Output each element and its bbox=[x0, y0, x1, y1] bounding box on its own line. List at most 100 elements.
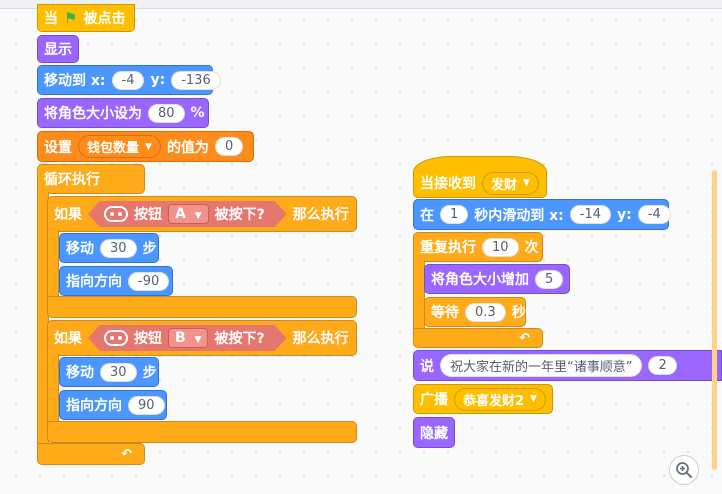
broadcast-dropdown[interactable]: 恭喜发财2 ▼ bbox=[454, 387, 546, 411]
change-size-block[interactable]: 将角色大小增加 5 bbox=[424, 264, 570, 294]
glide-label-to: 秒内滑动到 x: bbox=[474, 207, 564, 224]
say-secs-input[interactable]: 2 bbox=[648, 356, 677, 375]
say-for-secs-block[interactable]: 说 祝大家在新的一年里“诸事顺意” 2 bbox=[413, 350, 722, 381]
if-arm-b bbox=[47, 354, 59, 426]
glide-label-in: 在 bbox=[420, 207, 434, 224]
goto-y-label: y: bbox=[150, 72, 166, 88]
if-header-a[interactable]: 如果 按钮 A ▼ 被按下? 那么执行 bbox=[47, 196, 357, 232]
move-steps-block-a[interactable]: 移动 30 步 bbox=[59, 233, 159, 263]
zoom-in-icon bbox=[676, 462, 692, 478]
variable-dropdown[interactable]: 钱包数量 ▼ bbox=[78, 135, 161, 158]
glide-x-input[interactable]: -14 bbox=[569, 205, 612, 224]
point-direction-block-a[interactable]: 指向方向 -90 bbox=[59, 266, 173, 296]
move-steps-input-a[interactable]: 30 bbox=[100, 238, 137, 258]
point-label-a: 指向方向 bbox=[66, 274, 122, 290]
if-label-b: 如果 bbox=[54, 331, 82, 347]
steps-label-a: 步 bbox=[142, 241, 157, 257]
message-dropdown[interactable]: 发财 ▼ bbox=[482, 171, 539, 195]
zoom-in-button[interactable] bbox=[669, 455, 699, 485]
if-header-b[interactable]: 如果 按钮 B ▼ 被按下? 那么执行 bbox=[47, 320, 357, 356]
if-arm-a bbox=[47, 230, 59, 300]
goto-label: 移动到 x: bbox=[44, 73, 106, 89]
glide-y-input[interactable]: -4 bbox=[637, 205, 671, 224]
key-dropdown-a[interactable]: A ▼ bbox=[168, 204, 209, 224]
caret-down-icon: ▼ bbox=[194, 211, 202, 221]
point-label-b: 指向方向 bbox=[66, 398, 122, 414]
if-label-a: 如果 bbox=[54, 207, 82, 223]
repeat-times-input[interactable]: 10 bbox=[482, 237, 519, 257]
point-direction-input-b[interactable]: 90 bbox=[128, 395, 165, 415]
goto-xy-block[interactable]: 移动到 x: -4 y: -136 bbox=[37, 65, 221, 95]
move-label-b: 移动 bbox=[66, 365, 94, 381]
key-pressed-condition-b[interactable]: 按钮 B ▼ 被按下? bbox=[88, 325, 287, 351]
extension-icon bbox=[104, 330, 128, 346]
caret-down-icon: ▼ bbox=[530, 394, 537, 404]
change-size-label: 将角色大小增加 bbox=[431, 272, 529, 288]
say-label: 说 bbox=[420, 358, 434, 375]
pressed-label-a: 被按下? bbox=[214, 207, 265, 223]
percent-label: % bbox=[190, 105, 205, 121]
caret-down-icon: ▼ bbox=[145, 141, 152, 152]
when-receive-block[interactable]: 当接收到 发财 ▼ bbox=[413, 156, 547, 198]
goto-y-input[interactable]: -136 bbox=[171, 70, 221, 90]
then-label-b: 那么执行 bbox=[292, 331, 349, 347]
set-size-block[interactable]: 将角色大小设为 80 % bbox=[37, 98, 209, 128]
set-size-input[interactable]: 80 bbox=[148, 103, 185, 123]
value-to-label: 的值为 bbox=[166, 139, 209, 156]
say-text-input[interactable]: 祝大家在新的一年里“诸事顺意” bbox=[440, 354, 643, 377]
forever-footer: ↶ bbox=[37, 443, 145, 465]
caret-down-icon: ▼ bbox=[194, 335, 202, 345]
move-label-a: 移动 bbox=[66, 241, 94, 257]
repeat-footer: ↶ bbox=[413, 328, 543, 348]
show-block[interactable]: 显示 bbox=[37, 35, 79, 63]
glide-y-label: y: bbox=[617, 206, 632, 223]
loop-arrow-icon: ↶ bbox=[121, 447, 132, 462]
broadcast-message: 恭喜发财2 bbox=[463, 393, 525, 409]
button-label-a: 按钮 bbox=[134, 207, 162, 223]
clicked-label: 被点击 bbox=[83, 11, 126, 27]
broadcast-label: 广播 bbox=[420, 392, 448, 408]
move-steps-input-b[interactable]: 30 bbox=[100, 362, 137, 382]
goto-x-input[interactable]: -4 bbox=[111, 70, 145, 90]
set-label: 设置 bbox=[44, 139, 72, 156]
set-size-label: 将角色大小设为 bbox=[44, 106, 142, 122]
caret-down-icon: ▼ bbox=[523, 178, 530, 188]
pressed-label-b: 被按下? bbox=[214, 331, 265, 347]
move-steps-block-b[interactable]: 移动 30 步 bbox=[59, 357, 159, 387]
key-dropdown-b[interactable]: B ▼ bbox=[168, 328, 208, 348]
variable-name: 钱包数量 bbox=[87, 141, 140, 156]
key-pressed-condition-a[interactable]: 按钮 A ▼ 被按下? bbox=[88, 201, 287, 227]
glide-block[interactable]: 在 1 秒内滑动到 x: -14 y: -4 bbox=[413, 199, 671, 230]
when-label: 当 bbox=[44, 11, 58, 27]
hide-block[interactable]: 隐藏 bbox=[413, 417, 455, 448]
wait-label: 等待 bbox=[431, 305, 459, 321]
when-flag-clicked-block[interactable]: 当 ⚑ 被点击 bbox=[37, 4, 135, 32]
message-name: 发财 bbox=[491, 177, 518, 193]
seconds-label: 秒 bbox=[511, 305, 526, 321]
loop-arrow-icon: ↶ bbox=[519, 331, 530, 346]
if-footer-b bbox=[47, 421, 357, 443]
key-name-a: A bbox=[175, 206, 186, 222]
set-variable-input[interactable]: 0 bbox=[214, 137, 244, 156]
steps-label-b: 步 bbox=[142, 365, 157, 381]
change-size-input[interactable]: 5 bbox=[535, 269, 564, 289]
forever-header[interactable]: 循环执行 bbox=[37, 164, 145, 194]
extension-icon bbox=[104, 206, 128, 222]
green-flag-icon: ⚑ bbox=[64, 9, 78, 27]
then-label-a: 那么执行 bbox=[292, 207, 349, 223]
glide-secs-input[interactable]: 1 bbox=[440, 205, 469, 224]
point-direction-block-b[interactable]: 指向方向 90 bbox=[59, 390, 167, 420]
key-name-b: B bbox=[175, 330, 186, 346]
vertical-scrollbar[interactable] bbox=[712, 170, 717, 470]
point-direction-input-a[interactable]: -90 bbox=[128, 271, 170, 291]
button-label-b: 按钮 bbox=[134, 331, 162, 347]
set-variable-block[interactable]: 设置 钱包数量 ▼ 的值为 0 bbox=[37, 131, 254, 162]
wait-block[interactable]: 等待 0.3 秒 bbox=[424, 297, 526, 327]
wait-input[interactable]: 0.3 bbox=[465, 302, 506, 322]
broadcast-block[interactable]: 广播 恭喜发财2 ▼ bbox=[413, 384, 553, 414]
when-receive-label: 当接收到 bbox=[420, 176, 476, 192]
hide-label: 隐藏 bbox=[420, 425, 448, 442]
show-label: 显示 bbox=[44, 42, 72, 58]
times-label: 次 bbox=[524, 240, 539, 256]
repeat-header[interactable]: 重复执行 10 次 bbox=[413, 232, 543, 262]
